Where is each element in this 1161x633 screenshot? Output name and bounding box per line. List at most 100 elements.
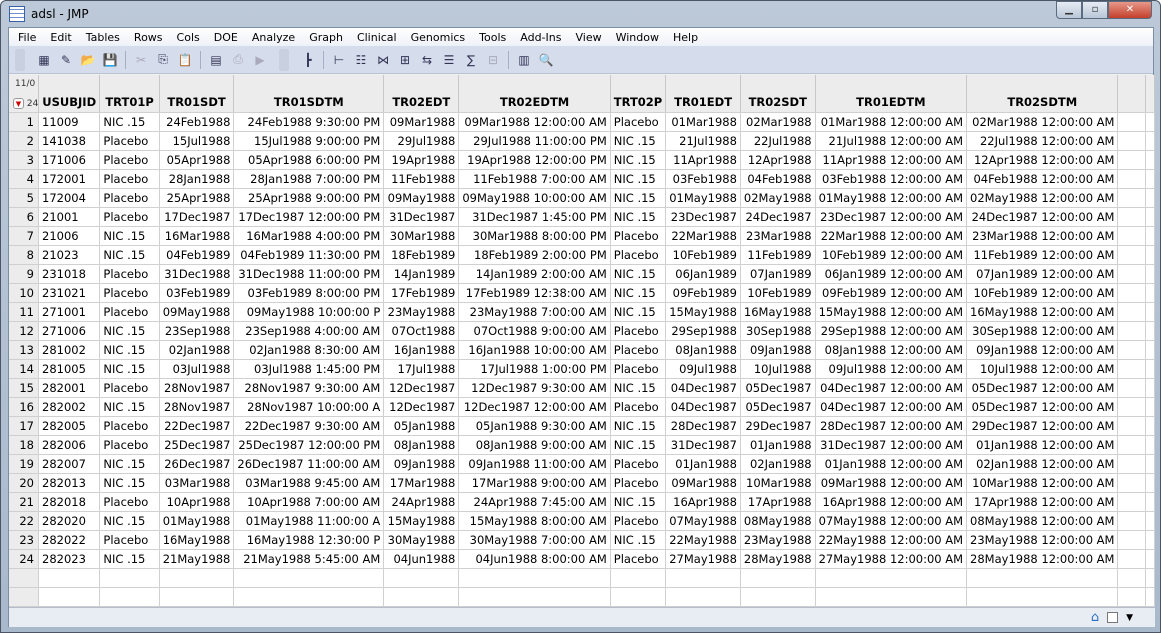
- row-number[interactable]: 21: [9, 492, 39, 512]
- cell-tr01sdtm[interactable]: 15Jul1988 9:00:00 PM: [233, 131, 385, 151]
- cell-tr02edt[interactable]: 09Jan1988: [383, 454, 460, 474]
- cell-tr01sdt[interactable]: 17Dec1987: [159, 207, 235, 227]
- cell-tr01sdtm[interactable]: 28Nov1987 9:30:00 AM: [233, 378, 385, 398]
- cell-tr02sdtm[interactable]: 11Feb1989 12:00:00 AM: [966, 245, 1119, 265]
- menu-edit[interactable]: Edit: [43, 31, 78, 44]
- table-row[interactable]: 14 281005 NIC .15 03Jul1988 03Jul1988 1:45:0…: [9, 359, 1156, 379]
- cell-tr02sdtm[interactable]: 02May1988 12:00:00 AM: [966, 188, 1119, 208]
- distribution-viewer-icon[interactable]: 🔍: [537, 51, 555, 69]
- cell-tr01edt[interactable]: 04Dec1987: [665, 378, 741, 398]
- row-number[interactable]: 9: [9, 264, 39, 284]
- cell-tr01sdtm[interactable]: 10Apr1988 7:00:00 AM: [233, 492, 385, 512]
- cell-tr01sdt[interactable]: 28Nov1987: [159, 378, 235, 398]
- update-icon[interactable]: ⇆: [418, 51, 436, 69]
- row-number[interactable]: 24: [9, 549, 39, 569]
- cell-trt01p[interactable]: NIC .15: [99, 454, 160, 474]
- cell-tr02sdt[interactable]: 29Dec1987: [740, 416, 816, 436]
- cell-tr01edtm[interactable]: 31Dec1987 12:00:00 AM: [815, 435, 968, 455]
- cell-tr01sdt[interactable]: 15Jul1988: [159, 131, 235, 151]
- cell-tr01edt[interactable]: 31Dec1987: [665, 435, 741, 455]
- cell-tr01edtm[interactable]: 22Mar1988 12:00:00 AM: [815, 226, 968, 246]
- cell-tr02sdtm[interactable]: 05Dec1987 12:00:00 AM: [966, 378, 1119, 398]
- row-number[interactable]: 6: [9, 207, 39, 227]
- cell-tr02sdtm[interactable]: 04Feb1988 12:00:00 AM: [966, 169, 1119, 189]
- cell-usubjid[interactable]: 171006: [38, 150, 101, 170]
- pdf-icon[interactable]: ⎙: [229, 51, 247, 69]
- cell-trt01p[interactable]: NIC .15: [99, 321, 160, 341]
- cell-tr02sdtm[interactable]: 09Jan1988 12:00:00 AM: [966, 340, 1119, 360]
- cell-trt01p[interactable]: NIC .15: [99, 397, 160, 417]
- menu-tables[interactable]: Tables: [79, 31, 127, 44]
- cell-usubjid[interactable]: 282002: [38, 397, 101, 417]
- cell-trt01p[interactable]: Placebo: [99, 188, 160, 208]
- row-number[interactable]: 1: [9, 112, 39, 132]
- menu-doe[interactable]: DOE: [207, 31, 245, 44]
- cell-usubjid[interactable]: 282013: [38, 473, 101, 493]
- cell-tr01edt[interactable]: 16Apr1988: [665, 492, 741, 512]
- cell-tr02sdt[interactable]: 23Mar1988: [740, 226, 816, 246]
- cell-trt01p[interactable]: NIC .15: [99, 112, 160, 132]
- menu-clinical[interactable]: Clinical: [350, 31, 404, 44]
- row-number[interactable]: 19: [9, 454, 39, 474]
- cell-tr01sdtm[interactable]: 03Jul1988 1:45:00 PM: [233, 359, 385, 379]
- cell-trt02p[interactable]: NIC .15: [610, 378, 667, 398]
- cell-tr02edtm[interactable]: 11Feb1988 7:00:00 AM: [458, 169, 611, 189]
- cell-tr01edtm[interactable]: 04Dec1987 12:00:00 AM: [815, 397, 968, 417]
- summary-icon[interactable]: ∑: [462, 51, 480, 69]
- cell-trt02p[interactable]: Placebo: [610, 473, 667, 493]
- cell-tr01sdtm[interactable]: 31Dec1988 11:00:00 PM: [233, 264, 385, 284]
- row-number[interactable]: 2: [9, 131, 39, 151]
- menu-tools[interactable]: Tools: [472, 31, 513, 44]
- cell-tr02edt[interactable]: 17Jul1988: [383, 359, 460, 379]
- menu-rows[interactable]: Rows: [127, 31, 170, 44]
- cell-tr02sdt[interactable]: 07Jan1989: [740, 264, 816, 284]
- cell-usubjid[interactable]: 21023: [38, 245, 101, 265]
- cell-tr01edtm[interactable]: 01May1988 12:00:00 AM: [815, 188, 968, 208]
- cell-trt01p[interactable]: Placebo: [99, 530, 160, 550]
- cell-trt02p[interactable]: NIC .15: [610, 188, 667, 208]
- cell-tr01edt[interactable]: 07May1988: [665, 511, 741, 531]
- cell-tr02edt[interactable]: 24Apr1988: [383, 492, 460, 512]
- cell-tr01edtm[interactable]: 09Mar1988 12:00:00 AM: [815, 473, 968, 493]
- cell-usubjid[interactable]: 172001: [38, 169, 101, 189]
- minimize-button[interactable]: ▁: [1056, 1, 1082, 19]
- cell-tr02edtm[interactable]: 29Jul1988 11:00:00 PM: [458, 131, 611, 151]
- table-row[interactable]: 24 282023 NIC .15 21May1988 21May1988 5:45:0…: [9, 549, 1156, 569]
- cell-tr01sdt[interactable]: 25Dec1987: [159, 435, 235, 455]
- cell-usubjid[interactable]: 271001: [38, 302, 101, 322]
- cell-tr01sdtm[interactable]: 21May1988 5:45:00 AM: [233, 549, 385, 569]
- cell-trt01p[interactable]: NIC .15: [99, 359, 160, 379]
- cell-tr02edtm[interactable]: 17Jul1988 1:00:00 PM: [458, 359, 611, 379]
- cell-tr01sdtm[interactable]: 03Feb1989 8:00:00 PM: [233, 283, 385, 303]
- table-row[interactable]: 12 271006 NIC .15 23Sep1988 23Sep1988 4:00:0…: [9, 321, 1156, 341]
- cell-tr02sdt[interactable]: 02May1988: [740, 188, 816, 208]
- cell-trt02p[interactable]: NIC .15: [610, 435, 667, 455]
- cell-tr02edt[interactable]: 08Jan1988: [383, 435, 460, 455]
- cell-tr02sdt[interactable]: 05Dec1987: [740, 378, 816, 398]
- close-button[interactable]: ✕: [1108, 1, 1152, 19]
- cell-tr01edtm[interactable]: 08Jan1988 12:00:00 AM: [815, 340, 968, 360]
- cell-tr01sdtm[interactable]: 28Jan1988 7:00:00 PM: [233, 169, 385, 189]
- cell-tr01sdt[interactable]: 03Mar1988: [159, 473, 235, 493]
- cell-trt02p[interactable]: Placebo: [610, 340, 667, 360]
- new-data-table-icon[interactable]: ▦: [35, 51, 53, 69]
- cell-tr01edt[interactable]: 28Dec1987: [665, 416, 741, 436]
- cell-tr02edtm[interactable]: 04Jun1988 8:00:00 AM: [458, 549, 611, 569]
- cell-tr01sdt[interactable]: 28Jan1988: [159, 169, 235, 189]
- concatenate-icon[interactable]: ⊞: [396, 51, 414, 69]
- table-row[interactable]: 5 172004 Placebo 25Apr1988 25Apr1988 9:00:00…: [9, 188, 1156, 208]
- rows-menu-icon[interactable]: ▼: [13, 97, 24, 109]
- cell-trt02p[interactable]: NIC .15: [610, 131, 667, 151]
- menu-help[interactable]: Help: [666, 31, 705, 44]
- paste-icon[interactable]: 📋: [176, 51, 194, 69]
- subset-icon[interactable]: ⊟: [484, 51, 502, 69]
- cell-usubjid[interactable]: 282020: [38, 511, 101, 531]
- cell-tr01edt[interactable]: 21Jul1988: [665, 131, 741, 151]
- cell-usubjid[interactable]: 281002: [38, 340, 101, 360]
- column-header-tr02edt[interactable]: TR02EDT: [383, 75, 460, 113]
- row-number[interactable]: 13: [9, 340, 39, 360]
- cell-trt02p[interactable]: NIC .15: [610, 207, 667, 227]
- menu-add-ins[interactable]: Add-Ins: [513, 31, 568, 44]
- table-row[interactable]: 15 282001 Placebo 28Nov1987 28Nov1987 9:30:0…: [9, 378, 1156, 398]
- cell-tr01sdt[interactable]: 16May1988: [159, 530, 235, 550]
